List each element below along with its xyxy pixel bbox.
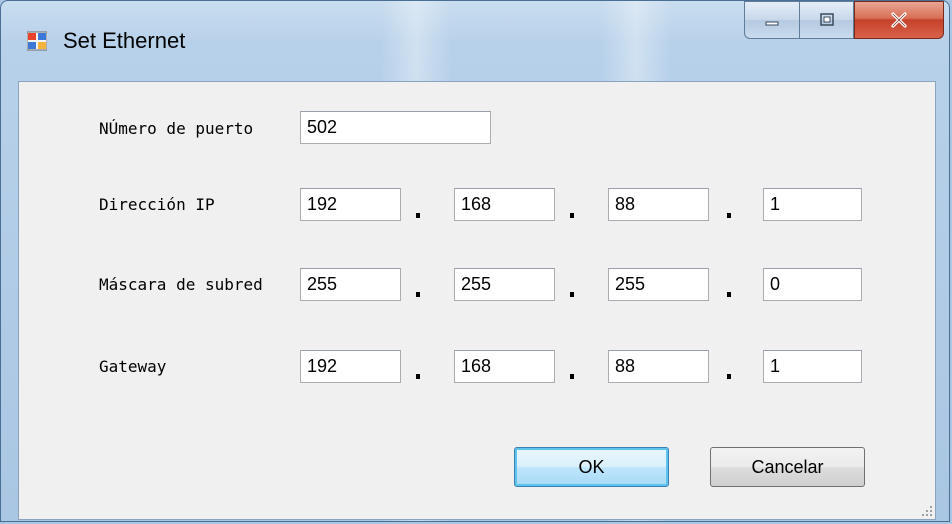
gateway-octet-2[interactable]: 168 [454, 350, 555, 383]
gateway-label: Gateway [99, 357, 167, 376]
ip-octet-1[interactable]: 192 [300, 188, 401, 221]
caption-buttons [744, 1, 944, 41]
app-window-icon [27, 31, 47, 51]
gateway-octet-3[interactable]: 88 [608, 350, 709, 383]
close-button[interactable] [854, 1, 944, 39]
ip-octet-4[interactable]: 1 [763, 188, 862, 221]
maximize-button[interactable] [799, 1, 854, 39]
close-icon [891, 12, 907, 28]
ip-octet-2[interactable]: 168 [454, 188, 555, 221]
resize-grip-icon[interactable] [921, 505, 933, 517]
maximize-icon [819, 13, 834, 26]
window-title: Set Ethernet [63, 28, 186, 53]
dialog-content: NÚmero de puerto 502 Dirección IP 192 16… [18, 81, 936, 520]
ip-separator-dot [570, 213, 574, 218]
port-label: NÚmero de puerto [99, 119, 254, 138]
ip-octet-3[interactable]: 88 [608, 188, 709, 221]
title-bar[interactable]: Set Ethernet [1, 1, 949, 81]
gateway-separator-dot [727, 374, 731, 379]
ok-button[interactable]: OK [514, 447, 669, 487]
mask-separator-dot [727, 292, 731, 297]
gateway-separator-dot [416, 374, 420, 379]
ip-label: Dirección IP [99, 195, 215, 214]
port-input[interactable]: 502 [300, 111, 491, 144]
gateway-octet-1[interactable]: 192 [300, 350, 401, 383]
mask-octet-2[interactable]: 255 [454, 268, 555, 301]
dialog-window: Set Ethernet NÚmero de puerto 502 Direcc… [0, 0, 950, 522]
cancel-button[interactable]: Cancelar [710, 447, 865, 487]
mask-octet-1[interactable]: 255 [300, 268, 401, 301]
minimize-button[interactable] [744, 1, 799, 39]
ip-separator-dot [727, 213, 731, 218]
gateway-separator-dot [570, 374, 574, 379]
mask-separator-dot [416, 292, 420, 297]
minimize-icon [765, 21, 779, 26]
subnet-mask-label: Máscara de subred [99, 275, 263, 294]
mask-octet-3[interactable]: 255 [608, 268, 709, 301]
mask-separator-dot [570, 292, 574, 297]
mask-octet-4[interactable]: 0 [763, 268, 862, 301]
ip-separator-dot [416, 213, 420, 218]
gateway-octet-4[interactable]: 1 [763, 350, 862, 383]
